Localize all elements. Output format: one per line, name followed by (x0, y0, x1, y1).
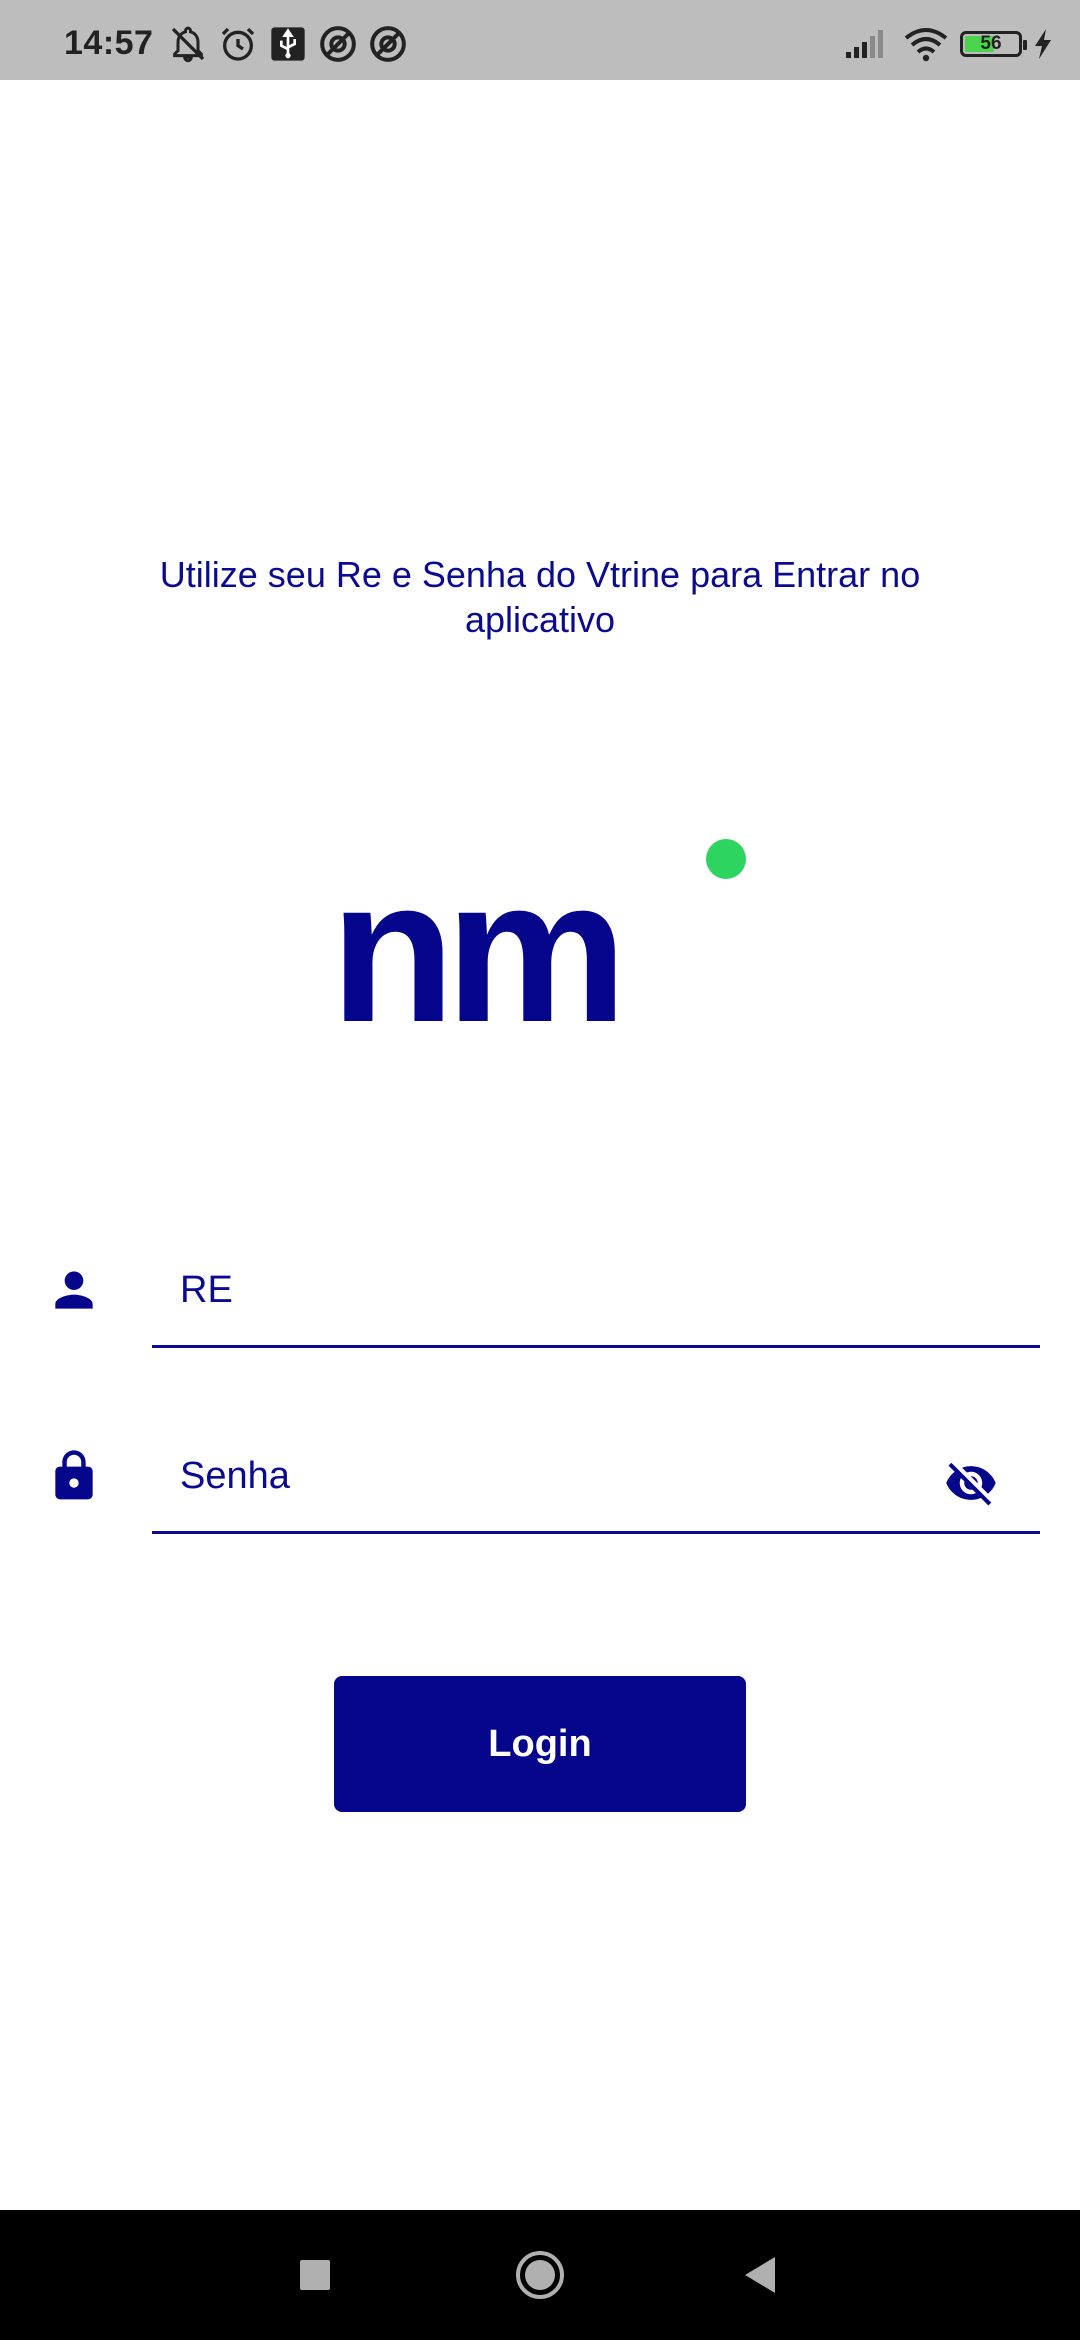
navigation-bar (0, 2210, 1080, 2340)
logo-dot (706, 839, 746, 879)
login-button[interactable]: Login (334, 1676, 746, 1812)
charging-icon (1035, 29, 1051, 59)
home-icon (516, 2251, 564, 2299)
logo-text: nm (330, 836, 618, 1036)
battery-icon: 56 (960, 31, 1027, 57)
login-instruction: Utilize seu Re e Senha do Vtrine para En… (159, 554, 921, 640)
senha-input[interactable] (152, 1422, 1040, 1534)
re-input[interactable] (152, 1236, 1040, 1348)
battery-tip (1023, 40, 1027, 50)
app-notification-icon (370, 26, 406, 62)
usb-icon (271, 27, 305, 61)
senha-field (0, 1406, 1080, 1536)
wifi-icon (904, 28, 948, 62)
home-button[interactable] (480, 2210, 600, 2340)
visibility-off-icon[interactable] (940, 1456, 1002, 1510)
battery-level-text: 56 (980, 33, 1002, 54)
back-icon (745, 2257, 775, 2293)
status-bar: 14:57 56 (0, 0, 1080, 80)
notifications-off-icon (171, 26, 205, 63)
person-icon (55, 1271, 93, 1309)
alarm-icon (221, 27, 255, 61)
status-icons-left (168, 24, 418, 64)
back-button[interactable] (700, 2210, 820, 2340)
nm-logo: nm (330, 836, 746, 1036)
signal-icon (846, 30, 883, 58)
recents-icon (300, 2260, 330, 2290)
status-time: 14:57 (64, 24, 154, 62)
lock-icon (55, 1450, 93, 1500)
app-notification-icon (320, 26, 356, 62)
status-icons-right: 56 (844, 24, 1054, 64)
recents-button[interactable] (255, 2210, 375, 2340)
re-field (0, 1220, 1080, 1350)
